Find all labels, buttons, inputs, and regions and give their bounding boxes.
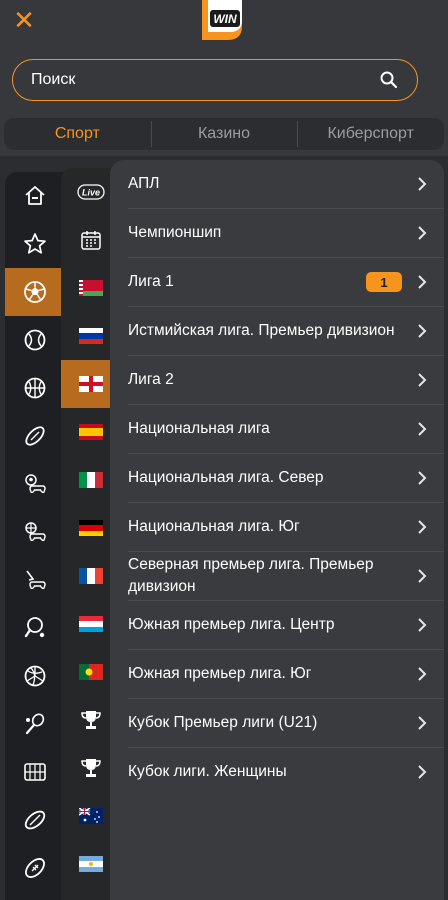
chevron-right-icon	[418, 618, 427, 632]
chevron-right-icon	[418, 520, 427, 534]
tennis-ball-icon[interactable]	[5, 316, 65, 364]
count-badge: 1	[366, 272, 402, 292]
chevron-right-icon	[418, 422, 427, 436]
chevron-right-icon	[418, 226, 427, 240]
league-label: Южная премьер лига. Юг	[128, 665, 312, 682]
chevron-right-icon	[418, 716, 427, 730]
league-label: Национальная лига. Юг	[128, 518, 300, 535]
league-label: Истмийская лига. Премьер дивизион	[128, 322, 395, 339]
rugby-league-icon[interactable]	[5, 796, 65, 844]
soccer-ball-icon[interactable]	[5, 268, 65, 316]
search-icon[interactable]	[379, 70, 399, 90]
search-input[interactable]: Поиск	[31, 71, 379, 89]
volleyball-icon[interactable]	[5, 652, 65, 700]
chevron-right-icon	[418, 275, 427, 289]
league-label: Южная премьер лига. Центр	[128, 616, 335, 633]
league-row[interactable]: Национальная лига. Юг	[110, 503, 444, 551]
star-icon[interactable]	[5, 220, 65, 268]
league-label: Национальная лига. Север	[128, 469, 324, 486]
league-row[interactable]: Южная премьер лига. Центр	[110, 601, 444, 649]
league-label: Кубок лиги. Женщины	[128, 763, 287, 780]
league-row[interactable]: Лига 1 1	[110, 258, 444, 306]
badminton-icon[interactable]	[5, 700, 65, 748]
basketball-icon[interactable]	[5, 364, 65, 412]
esports-soccer-icon[interactable]	[5, 460, 65, 508]
chevron-right-icon	[418, 569, 427, 583]
live-label: Live	[82, 188, 100, 198]
close-icon[interactable]: ✕	[12, 7, 36, 33]
search-field[interactable]: Поиск	[12, 59, 418, 101]
league-row[interactable]: Кубок лиги. Женщины	[110, 748, 444, 796]
league-row[interactable]: Истмийская лига. Премьер дивизион	[110, 307, 444, 355]
league-row[interactable]: Национальная лига. Север	[110, 454, 444, 502]
esports-hockey-icon[interactable]	[5, 556, 65, 604]
chevron-right-icon	[418, 373, 427, 387]
league-label: Национальная лига	[128, 420, 270, 437]
table-tennis-icon[interactable]	[5, 604, 65, 652]
league-row[interactable]: Кубок Премьер лиги (U21)	[110, 699, 444, 747]
logo-text: WIN	[213, 12, 237, 26]
esports-basketball-icon[interactable]	[5, 508, 65, 556]
league-row[interactable]: Национальная лига	[110, 405, 444, 453]
league-row[interactable]: АПЛ	[110, 160, 444, 208]
app-root: ✕ WIN Поиск Спорт Казино Киберспорт Live…	[0, 0, 448, 900]
home-icon[interactable]	[5, 172, 65, 220]
chevron-right-icon	[418, 324, 427, 338]
futsal-icon[interactable]	[5, 748, 65, 796]
league-panel: АПЛ Чемпионшип Лига 1 1 Истмийская лига.…	[110, 160, 444, 900]
league-row[interactable]: Южная премьер лига. Юг	[110, 650, 444, 698]
header: ✕ WIN Поиск Спорт Казино Киберспорт	[0, 0, 448, 156]
chevron-right-icon	[418, 471, 427, 485]
league-label: Лига 1	[128, 273, 174, 290]
chevron-right-icon	[418, 765, 427, 779]
league-label: Северная премьер лига. Премьер дивизион	[128, 556, 374, 595]
tab-casino[interactable]: Казино	[150, 121, 298, 147]
rugby-ball-icon[interactable]	[5, 412, 65, 460]
league-label: Кубок Премьер лиги (U21)	[128, 714, 318, 731]
tab-bar: Спорт Казино Киберспорт	[4, 118, 444, 150]
american-football-icon[interactable]	[5, 844, 65, 892]
league-row[interactable]: Северная премьер лига. Премьер дивизион	[110, 552, 444, 600]
chevron-right-icon	[418, 667, 427, 681]
league-row[interactable]: Лига 2	[110, 356, 444, 404]
logo[interactable]: WIN	[198, 0, 242, 40]
league-label: АПЛ	[128, 175, 160, 192]
chevron-right-icon	[418, 177, 427, 191]
sports-sidebar	[5, 172, 65, 900]
league-label: Лига 2	[128, 371, 174, 388]
league-label: Чемпионшип	[128, 224, 222, 241]
tab-sport[interactable]: Спорт	[4, 125, 151, 143]
league-row[interactable]: Чемпионшип	[110, 209, 444, 257]
tab-esports[interactable]: Киберспорт	[297, 121, 444, 147]
